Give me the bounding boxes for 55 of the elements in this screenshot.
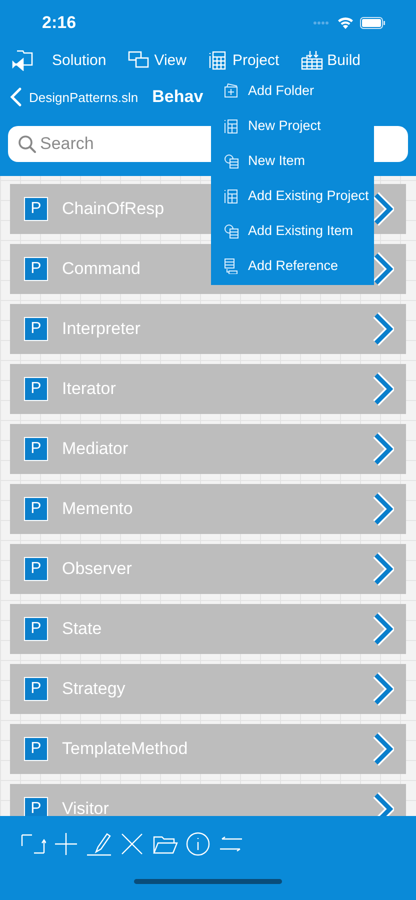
item-icon <box>223 152 239 168</box>
project-row[interactable]: P Strategy <box>10 664 406 714</box>
project-badge: P <box>24 257 48 281</box>
chevron-icon <box>372 432 394 466</box>
reference-icon <box>223 258 239 274</box>
menu-item[interactable]: Add Reference <box>211 248 374 283</box>
chevron-icon <box>372 312 394 346</box>
edit-button[interactable] <box>86 831 112 857</box>
project-icon <box>208 50 228 70</box>
project-row[interactable]: P Mediator <box>10 424 406 474</box>
info-button[interactable] <box>185 831 211 857</box>
project-row[interactable]: P Visitor <box>10 784 406 816</box>
project-icon <box>223 118 239 134</box>
chevron-icon <box>372 732 394 766</box>
battery-icon <box>360 16 386 28</box>
project-badge: P <box>24 317 48 341</box>
project-icon <box>223 188 239 204</box>
windows-icon <box>128 51 150 69</box>
menu-item[interactable]: Add Folder <box>211 73 374 108</box>
menu-button[interactable]: Project <box>208 50 280 70</box>
project-row[interactable]: P State <box>10 604 406 654</box>
chevron-icon <box>372 492 394 526</box>
project-row[interactable]: P Observer <box>10 544 406 594</box>
menu-button[interactable]: Solution <box>52 52 106 68</box>
folder-icon <box>223 82 239 98</box>
project-badge: P <box>24 197 48 221</box>
add-button[interactable] <box>53 831 79 857</box>
project-badge: P <box>24 497 48 521</box>
project-badge: P <box>24 797 48 816</box>
chevron-icon <box>372 672 394 706</box>
chevron-icon <box>372 552 394 586</box>
project-row[interactable]: P Iterator <box>10 364 406 414</box>
signal-icon <box>313 20 331 24</box>
chevron-icon <box>372 612 394 646</box>
delete-button[interactable] <box>119 831 145 857</box>
project-badge: P <box>24 437 48 461</box>
item-icon <box>223 222 239 238</box>
project-row[interactable]: P TemplateMethod <box>10 724 406 774</box>
project-badge: P <box>24 737 48 761</box>
menu-button[interactable]: View <box>128 51 186 69</box>
status-time: 2:16 <box>42 12 76 32</box>
nav-title: Behav <box>152 87 204 107</box>
project-row[interactable]: P Interpreter <box>10 304 406 354</box>
project-badge: P <box>24 677 48 701</box>
project-badge: P <box>24 377 48 401</box>
project-badge: P <box>24 557 48 581</box>
back-button[interactable]: DesignPatterns.sln <box>10 87 138 107</box>
chevron-icon <box>372 372 394 406</box>
search-icon <box>18 135 36 153</box>
project-row[interactable]: P Memento <box>10 484 406 534</box>
back-chevron-icon <box>10 87 22 107</box>
wifi-icon <box>337 16 354 29</box>
build-icon <box>301 50 324 70</box>
menu-button[interactable]: Build <box>301 50 361 70</box>
project-badge: P <box>24 617 48 641</box>
